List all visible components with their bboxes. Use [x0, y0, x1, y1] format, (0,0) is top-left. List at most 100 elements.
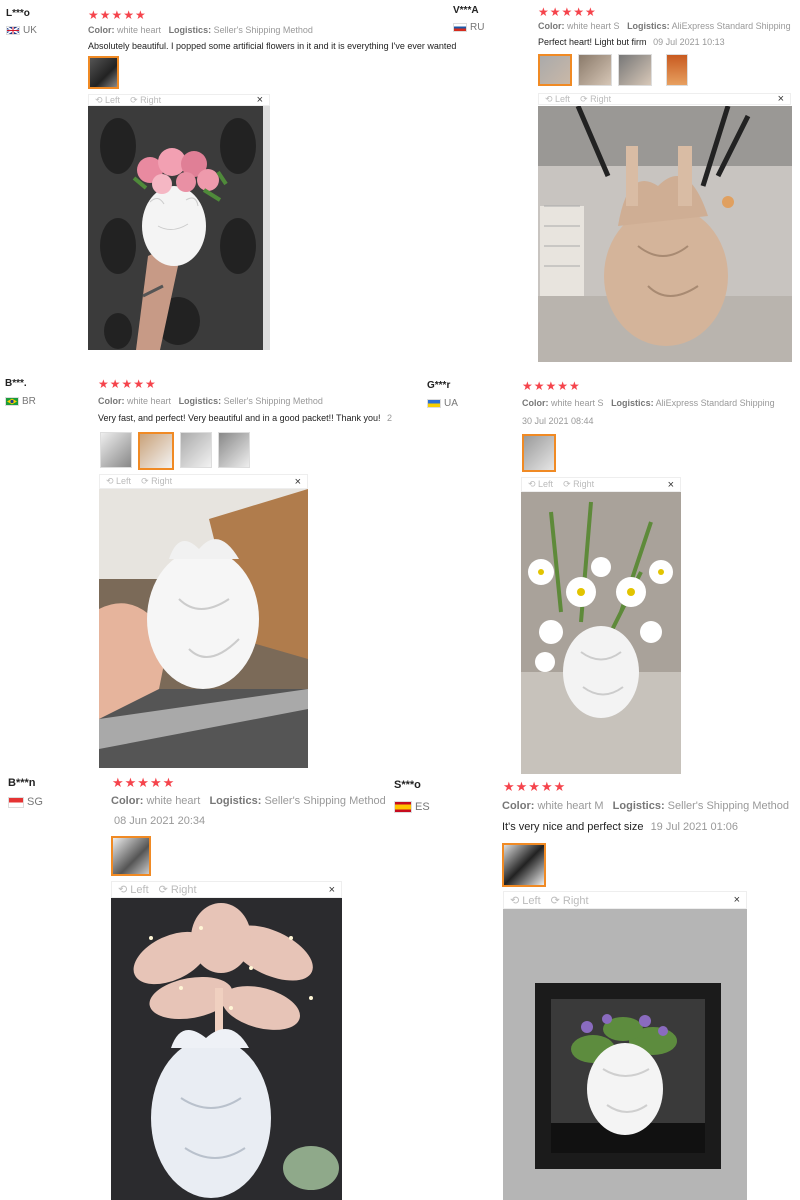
review-photo [99, 489, 308, 768]
star-rating: ★★★★★ [98, 377, 157, 391]
uk-flag-icon [6, 26, 20, 35]
thumbnail-strip [100, 432, 250, 470]
rotate-left-label: Left [130, 884, 149, 896]
thumbnail-strip [88, 56, 119, 89]
reviewer-name: G***r [427, 380, 451, 391]
rotate-left-label: Left [538, 479, 554, 489]
image-viewer-toolbar: ⟲ Left ⟳ Right × [538, 93, 791, 105]
review-photo [111, 898, 342, 1200]
rotate-right-button[interactable]: ⟳ Right [159, 883, 197, 896]
thumbnail-strip [502, 843, 546, 887]
color-value: white heart S [551, 398, 604, 408]
color-value: white heart [127, 396, 172, 406]
reviewer-name: L***o [6, 8, 30, 19]
review-thumbnail[interactable] [180, 432, 212, 468]
review-meta: Color: white heart M Logistics: Seller's… [502, 800, 789, 812]
review-date: 09 Jul 2021 10:13 [653, 37, 725, 47]
close-icon[interactable]: × [257, 94, 263, 106]
review-text: Perfect heart! Light but firm [538, 37, 647, 47]
reviewer-country: SG [8, 796, 43, 808]
review-date: 08 Jun 2021 20:34 [114, 815, 206, 827]
review-meta: Color: white heart S Logistics: AliExpre… [538, 21, 791, 31]
review-photo [503, 909, 747, 1200]
review-date: 30 Jul 2021 08:44 [522, 416, 594, 426]
review-meta: Color: white heart Logistics: Seller's S… [88, 25, 313, 35]
color-label: Color: [98, 396, 125, 406]
logistics-label: Logistics: [178, 396, 222, 406]
review-date: 19 Jul 2021 01:06 [650, 821, 739, 833]
review-thumbnail[interactable] [578, 54, 612, 86]
review-thumbnail[interactable] [88, 56, 119, 89]
review-photo [538, 106, 792, 362]
reviewer-name: B***n [8, 777, 36, 789]
rotate-left-button[interactable]: ⟲ Left [528, 479, 553, 490]
review-thumbnail[interactable] [666, 54, 688, 86]
star-rating: ★★★★★ [538, 5, 597, 19]
rotate-right-button[interactable]: ⟳ Right [130, 95, 161, 106]
country-code: ES [415, 801, 430, 813]
rotate-left-button[interactable]: ⟲ Left [118, 883, 149, 896]
color-value: white heart M [537, 800, 604, 812]
logistics-value: AliExpress Standard Shipping [671, 21, 791, 31]
review-thumbnail[interactable] [218, 432, 250, 468]
logistics-value: Seller's Shipping Method [223, 396, 323, 406]
image-viewer-toolbar: ⟲ Left ⟳ Right × [88, 94, 270, 106]
review-thumbnail[interactable] [138, 432, 174, 470]
thumbnail-strip [538, 54, 688, 86]
review-thumbnail[interactable] [522, 434, 556, 472]
review-thumbnail[interactable] [111, 836, 151, 876]
star-rating: ★★★★★ [522, 379, 581, 393]
logistics-value: Seller's Shipping Method [264, 795, 386, 807]
logistics-value: Seller's Shipping Method [667, 800, 790, 812]
review-thumbnail[interactable] [618, 54, 652, 86]
close-icon[interactable]: × [329, 884, 335, 896]
country-code: UK [23, 25, 37, 36]
logistics-label: Logistics: [209, 795, 262, 807]
image-viewer-toolbar: ⟲ Left ⟳ Right × [99, 474, 308, 489]
logistics-value: AliExpress Standard Shipping [655, 398, 775, 408]
country-code: RU [470, 22, 485, 33]
review-meta: Color: white heart S Logistics: AliExpre… [522, 398, 775, 408]
rotate-right-button[interactable]: ⟳ Right [551, 894, 589, 907]
rotate-right-button[interactable]: ⟳ Right [141, 476, 172, 487]
review-text: Very fast, and perfect! Very beautiful a… [98, 413, 381, 423]
reviewer-country: UA [427, 398, 458, 409]
logistics-label: Logistics: [627, 21, 670, 31]
close-icon[interactable]: × [668, 479, 674, 491]
review-thumbnail[interactable] [538, 54, 572, 86]
rotate-right-label: Right [590, 93, 612, 104]
rotate-left-button[interactable]: ⟲ Left [106, 476, 131, 487]
country-code: SG [27, 796, 43, 808]
review-text: Absolutely beautiful. I popped some arti… [88, 41, 457, 51]
rotate-left-label: Left [555, 93, 571, 104]
rotate-left-button[interactable]: ⟲ Left [545, 94, 570, 105]
rotate-left-button[interactable]: ⟲ Left [510, 894, 541, 907]
singapore-flag-icon [8, 796, 24, 808]
close-icon[interactable]: × [734, 894, 740, 906]
review-text: It's very nice and perfect size [502, 821, 644, 833]
image-viewer-toolbar: ⟲ Left ⟳ Right × [503, 891, 747, 909]
image-viewer-toolbar: ⟲ Left ⟳ Right × [521, 477, 681, 492]
rotate-right-button[interactable]: ⟳ Right [580, 94, 611, 105]
thumbnail-strip [111, 836, 151, 876]
close-icon[interactable]: × [778, 93, 784, 105]
review-meta: Color: white heart Logistics: Seller's S… [111, 795, 386, 807]
close-icon[interactable]: × [295, 476, 301, 488]
color-value: white heart S [567, 21, 620, 31]
reviewer-name: B***. [5, 378, 27, 389]
logistics-label: Logistics: [168, 25, 212, 35]
review-thumbnail[interactable] [502, 843, 546, 887]
rotate-right-button[interactable]: ⟳ Right [563, 479, 594, 490]
reviewer-name: V***A [453, 5, 479, 16]
rotate-right-label: Right [170, 884, 197, 896]
reviewer-country: RU [453, 22, 484, 33]
logistics-value: Seller's Shipping Method [213, 25, 313, 35]
rotate-left-button[interactable]: ⟲ Left [95, 95, 120, 106]
review-thumbnail[interactable] [100, 432, 132, 468]
rotate-right-label: Right [562, 894, 589, 907]
star-rating: ★★★★★ [112, 775, 176, 790]
review-meta: Color: white heart Logistics: Seller's S… [98, 396, 323, 406]
thumbnail-strip [522, 434, 556, 472]
image-viewer-toolbar: ⟲ Left ⟳ Right × [111, 881, 342, 898]
rotate-left-label: Left [116, 476, 132, 486]
